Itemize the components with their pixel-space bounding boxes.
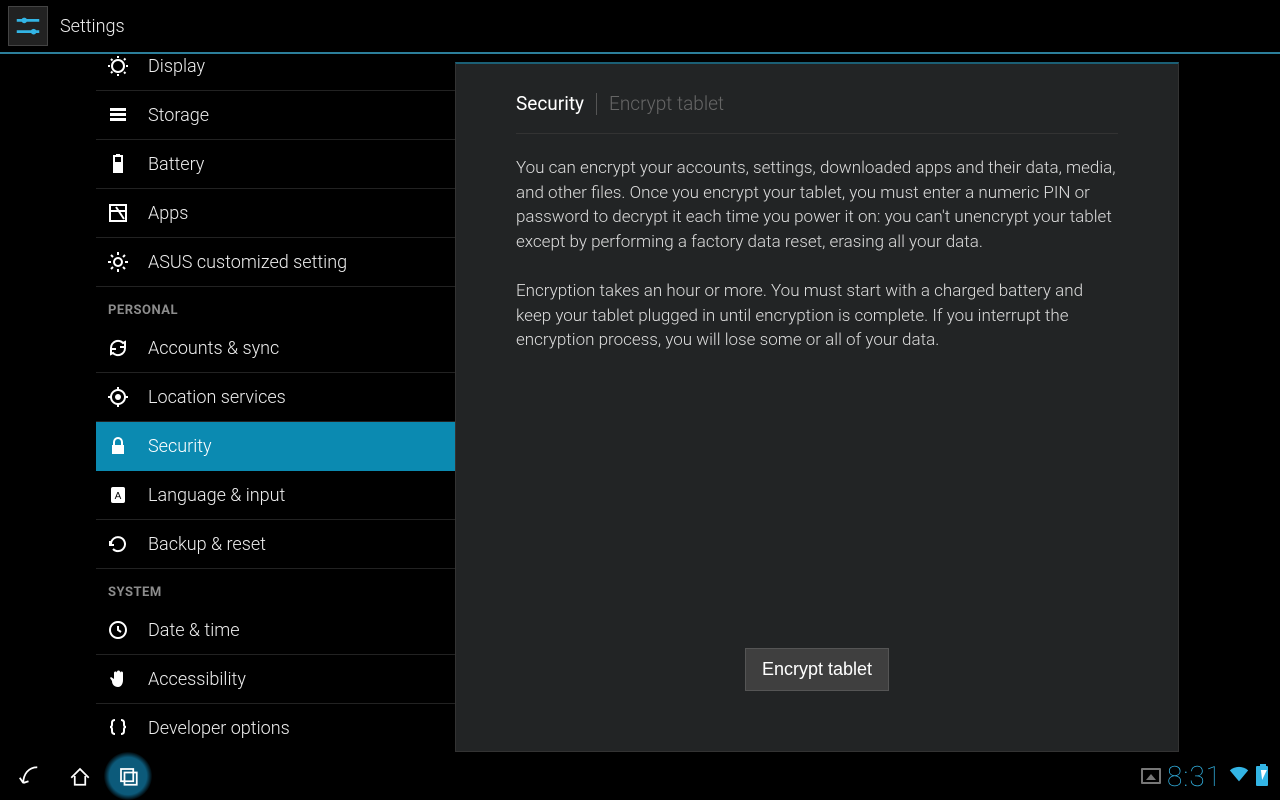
sidebar-item-apps[interactable]: Apps [96, 189, 455, 238]
home-button[interactable] [56, 752, 104, 800]
breadcrumb-sub: Encrypt tablet [609, 92, 724, 115]
restore-icon [106, 532, 130, 556]
braces-icon [106, 716, 130, 740]
sidebar-item-label: Location services [148, 387, 286, 408]
sidebar-section-header: SYSTEM [96, 569, 455, 606]
sidebar-item-label: ASUS customized setting [148, 252, 347, 273]
sidebar-item-label: Backup & reset [148, 534, 266, 555]
sidebar-item-label: Developer options [148, 718, 290, 739]
status-area[interactable]: 8:31 [1141, 760, 1272, 793]
language-icon: A [106, 483, 130, 507]
settings-sidebar: Display Storage Battery Apps ASUS customized… [0, 54, 455, 752]
sidebar-item-label: Display [148, 56, 205, 77]
sidebar-item-battery[interactable]: Battery [96, 140, 455, 189]
sidebar-item-label: Date & time [148, 620, 240, 641]
wifi-icon [1228, 763, 1250, 789]
sidebar-item-accessibility[interactable]: Accessibility [96, 655, 455, 704]
sidebar-item-location[interactable]: Location services [96, 373, 455, 422]
hand-icon [106, 667, 130, 691]
page-title: Settings [60, 16, 125, 37]
sidebar-item-label: Battery [148, 154, 204, 175]
sidebar-item-storage[interactable]: Storage [96, 91, 455, 140]
sidebar-item-label: Storage [148, 105, 209, 126]
sidebar-item-asus[interactable]: ASUS customized setting [96, 238, 455, 287]
sidebar-item-language[interactable]: A Language & input [96, 471, 455, 520]
sidebar-item-label: Accounts & sync [148, 338, 279, 359]
system-navbar: 8:31 [0, 752, 1280, 800]
sidebar-item-date-time[interactable]: Date & time [96, 606, 455, 655]
status-clock: 8:31 [1167, 760, 1222, 793]
breadcrumb-main[interactable]: Security [516, 92, 584, 115]
sidebar-item-label: Security [148, 436, 212, 457]
titlebar: Settings [0, 0, 1280, 54]
apps-icon [106, 201, 130, 225]
recent-apps-button[interactable] [104, 752, 152, 800]
svg-text:A: A [115, 491, 122, 502]
sidebar-item-security[interactable]: Security [96, 422, 455, 471]
sidebar-item-accounts-sync[interactable]: Accounts & sync [96, 324, 455, 373]
settings-app-icon [8, 6, 48, 46]
sidebar-item-label: Apps [148, 203, 188, 224]
detail-body-text: You can encrypt your accounts, settings,… [516, 156, 1118, 353]
display-icon [106, 54, 130, 78]
battery-icon [106, 152, 130, 176]
sidebar-item-label: Language & input [148, 485, 285, 506]
sidebar-item-display[interactable]: Display [96, 54, 455, 91]
gear-icon [106, 250, 130, 274]
sidebar-section-header: PERSONAL [96, 287, 455, 324]
detail-panel: Security Encrypt tablet You can encrypt … [455, 62, 1179, 752]
sidebar-item-developer[interactable]: Developer options [96, 704, 455, 752]
breadcrumb-separator [596, 93, 597, 115]
sidebar-item-label: Accessibility [148, 669, 246, 690]
battery-charging-icon [1256, 766, 1268, 786]
storage-icon [106, 103, 130, 127]
clock-icon [106, 618, 130, 642]
sync-icon [106, 336, 130, 360]
sidebar-item-backup[interactable]: Backup & reset [96, 520, 455, 569]
back-button[interactable] [8, 752, 56, 800]
location-icon [106, 385, 130, 409]
screenshot-notification-icon [1141, 768, 1161, 784]
encrypt-tablet-button[interactable]: Encrypt tablet [745, 648, 889, 691]
lock-icon [106, 434, 130, 458]
breadcrumb: Security Encrypt tablet [516, 92, 1118, 134]
